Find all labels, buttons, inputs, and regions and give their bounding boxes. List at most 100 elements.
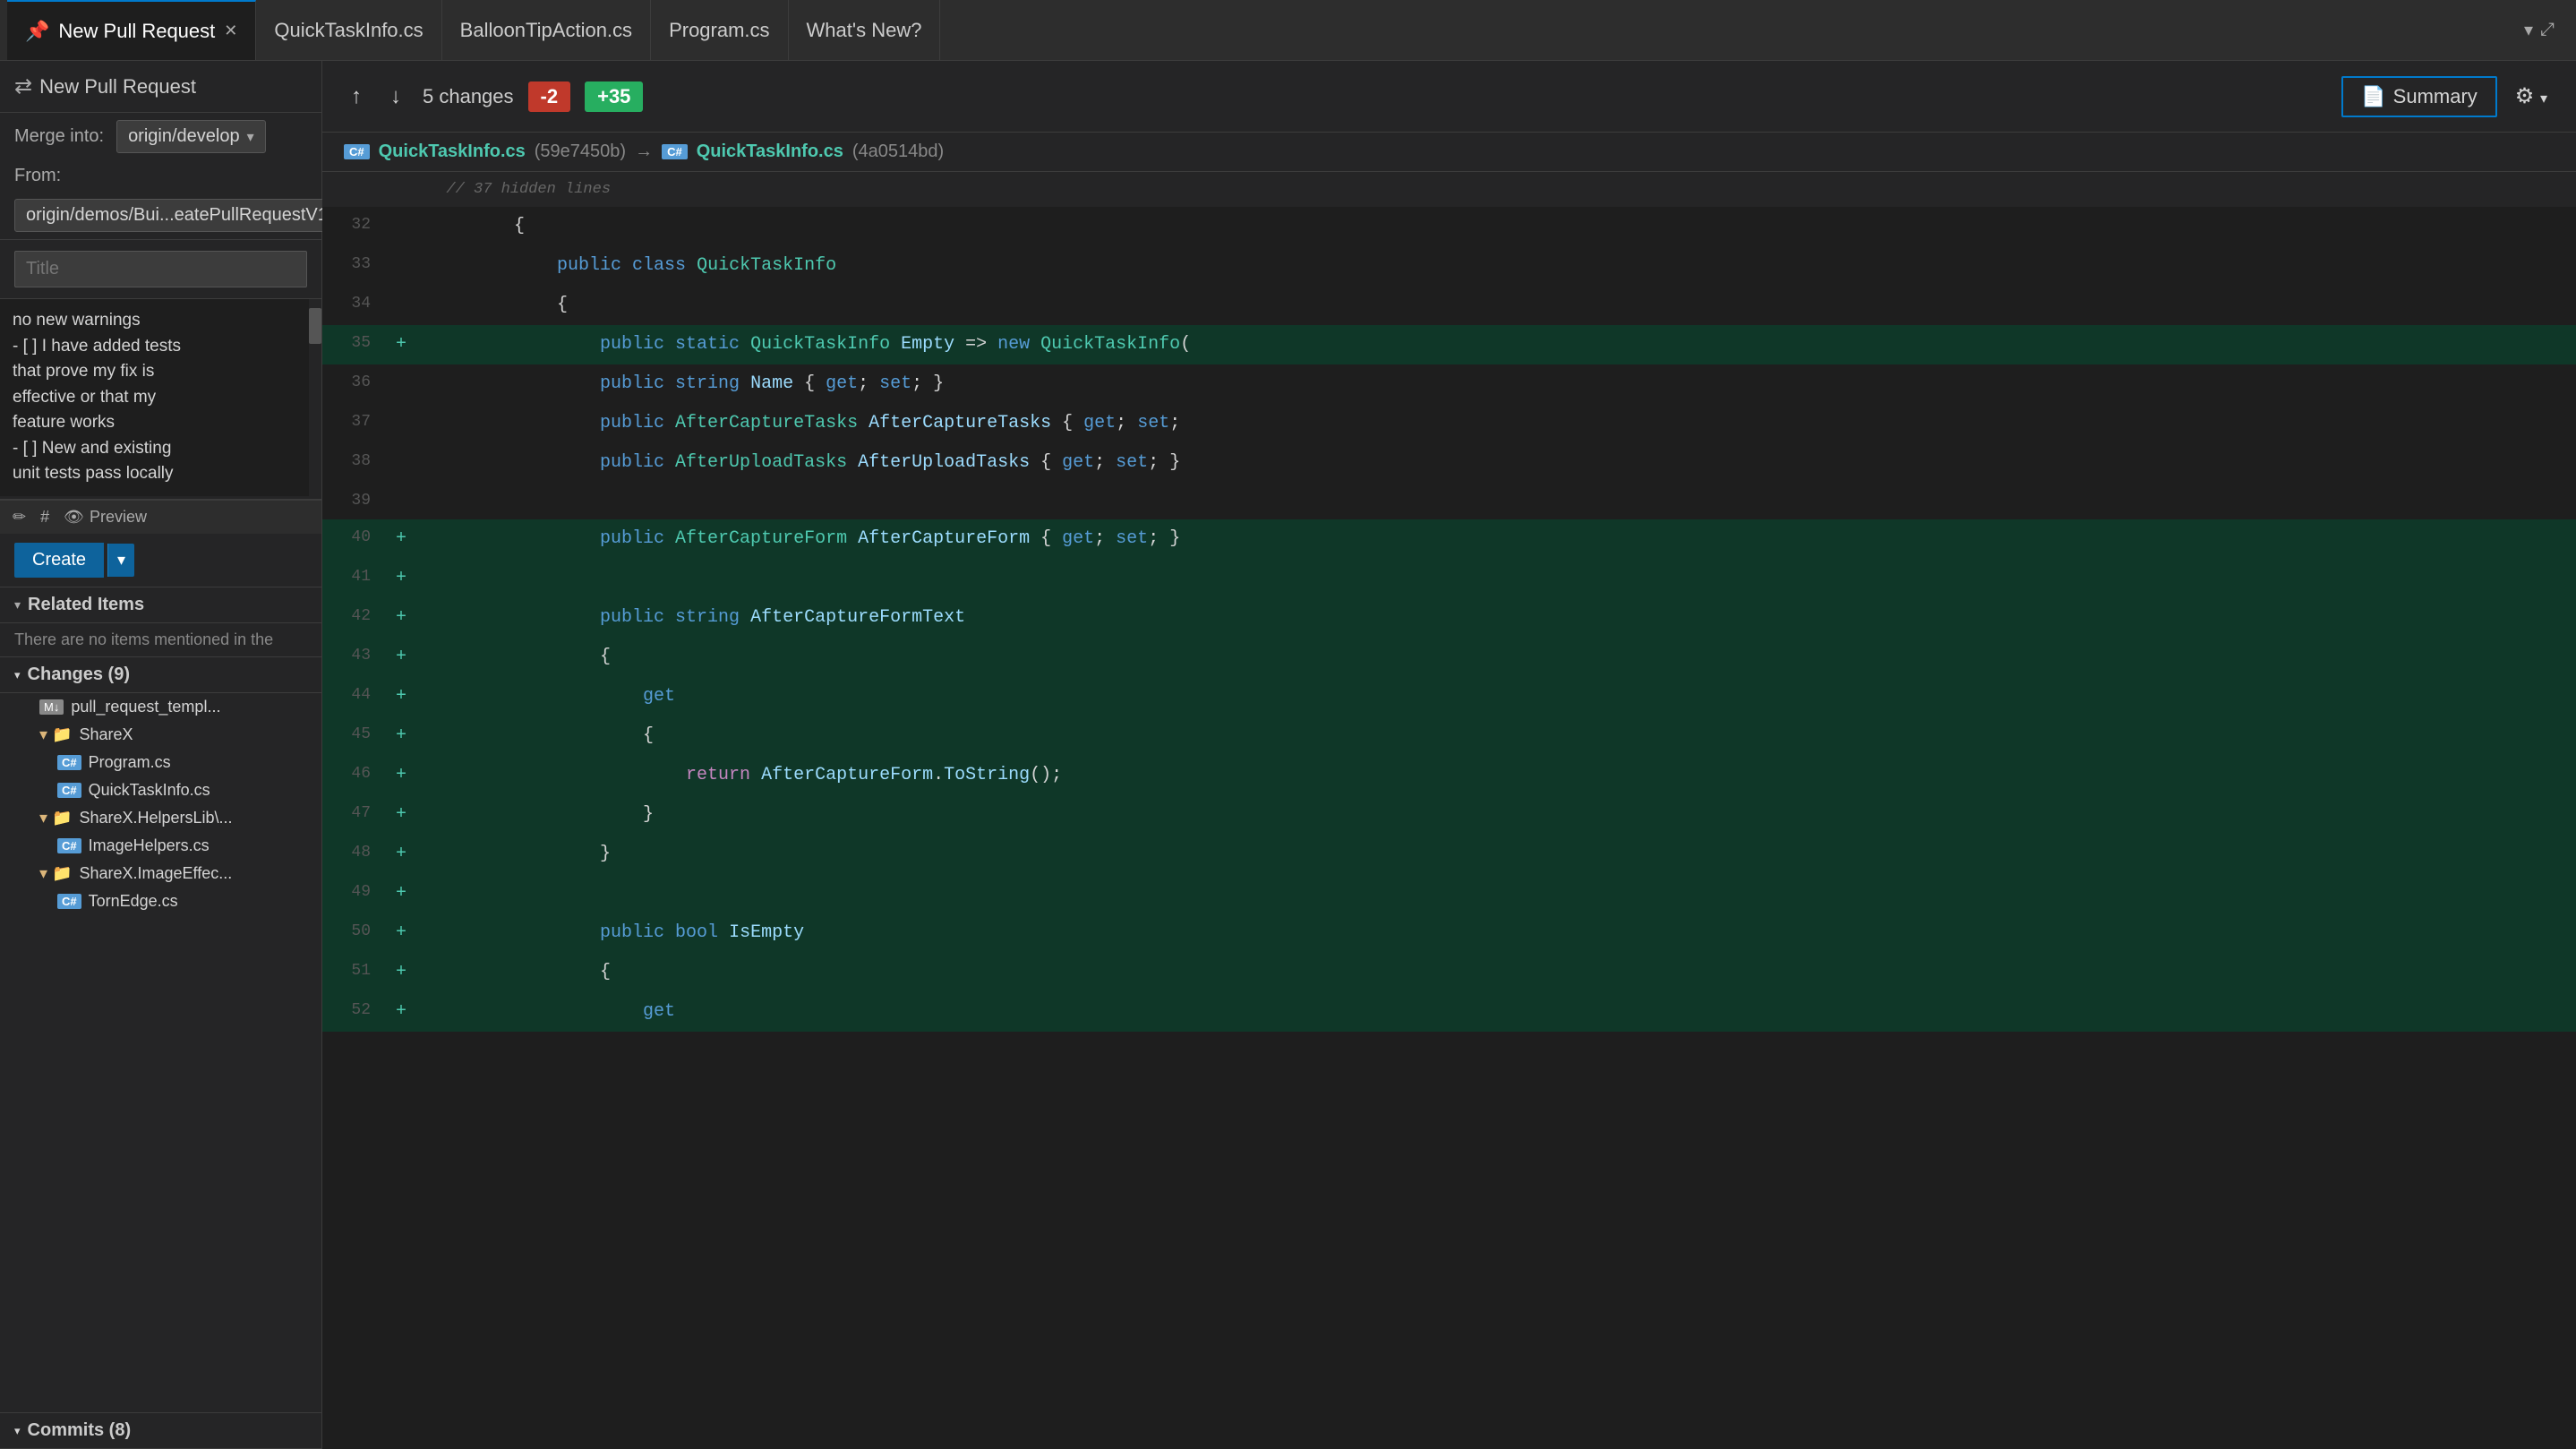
cs-badge: C# (57, 838, 81, 853)
changes-header[interactable]: ▾ Changes (9) (0, 657, 321, 693)
create-button[interactable]: Create (14, 543, 104, 578)
line-sign: + (385, 992, 417, 1032)
line-sign (385, 286, 417, 325)
line-num: 36 (322, 364, 385, 404)
changes-section: ▾ Changes (9) M↓ pull_request_templ... ▾… (0, 657, 321, 1412)
pr-title-area: ⇄ New Pull Request (14, 73, 196, 99)
description-scrollbar[interactable] (309, 299, 321, 499)
diff-nav-down-button[interactable]: ↓ (383, 81, 408, 113)
line-code: return AfterCaptureForm.ToString(); (417, 756, 2576, 795)
tab-new-pull-request[interactable]: 📌 New Pull Request ✕ (7, 0, 256, 60)
pr-header: ⇄ New Pull Request (0, 61, 321, 113)
list-item[interactable]: ▾ 📁 ShareX.ImageEffec... (0, 860, 321, 887)
from-branch-dropdown[interactable]: origin/demos/Bui...eatePullRequestV1 ▾ (14, 199, 354, 232)
list-item[interactable]: C# QuickTaskInfo.cs (0, 776, 321, 804)
folder-icon: ▾ 📁 (39, 725, 72, 744)
left-file-badge: C# (344, 144, 370, 159)
line-num: 49 (322, 874, 385, 913)
tab-program[interactable]: Program.cs (651, 0, 788, 60)
line-sign: + (385, 953, 417, 992)
line-num: 52 (322, 992, 385, 1032)
related-items-header[interactable]: ▾ Related Items (0, 587, 321, 623)
pr-icon: ⇄ (14, 73, 32, 99)
diff-line: 32 { (322, 207, 2576, 246)
list-item[interactable]: C# TornEdge.cs (0, 887, 321, 915)
tab-restore-icon[interactable]: ⤢ (2540, 20, 2555, 40)
diff-header: ↑ ↓ 5 changes -2 +35 📄 Summary ⚙ ▾ (322, 61, 2576, 133)
left-filename: QuickTaskInfo.cs (379, 141, 526, 162)
merge-branch-value: origin/develop (128, 126, 240, 147)
title-input[interactable] (14, 251, 307, 287)
filename-label: Program.cs (89, 753, 171, 772)
line-code: } (417, 835, 2576, 874)
line-sign (385, 364, 417, 404)
line-sign: + (385, 598, 417, 638)
description-textarea[interactable]: no new warnings - [ ] I have added tests… (0, 299, 321, 496)
settings-button[interactable]: ⚙ ▾ (2508, 80, 2555, 113)
diff-line: 37 public AfterCaptureTasks AfterCapture… (322, 404, 2576, 443)
line-num: 45 (322, 716, 385, 756)
related-items-title: Related Items (28, 595, 144, 615)
diff-line-added: 49 + (322, 874, 2576, 913)
line-code: get (417, 992, 2576, 1032)
settings-dropdown-icon: ▾ (2540, 91, 2547, 107)
diff-nav-up-button[interactable]: ↑ (344, 81, 369, 113)
gear-icon: ⚙ (2515, 84, 2535, 108)
folder-icon: ▾ 📁 (39, 864, 72, 883)
pr-title-label: New Pull Request (39, 75, 196, 99)
tab-balloontipaction[interactable]: BalloonTipAction.cs (442, 0, 651, 60)
hash-icon[interactable]: # (40, 508, 49, 527)
added-badge: +35 (585, 81, 643, 112)
list-item[interactable]: M↓ pull_request_templ... (0, 693, 321, 721)
line-code: public static QuickTaskInfo Empty => new… (417, 325, 2576, 364)
cs-badge: C# (57, 894, 81, 909)
line-code: } (417, 795, 2576, 835)
changes-chevron: ▾ (14, 668, 21, 682)
merge-branch-dropdown[interactable]: origin/develop ▾ (116, 120, 266, 153)
tab-quicktaskinfo[interactable]: QuickTaskInfo.cs (256, 0, 441, 60)
line-code: public class QuickTaskInfo (417, 246, 2576, 286)
related-items-chevron: ▾ (14, 597, 21, 613)
commits-header[interactable]: ▾ Commits (8) (0, 1412, 321, 1449)
line-num: 42 (322, 598, 385, 638)
list-item[interactable]: C# ImageHelpers.cs (0, 832, 321, 860)
description-scrollbar-thumb (309, 308, 321, 344)
close-icon[interactable]: ✕ (224, 21, 237, 40)
line-sign (385, 246, 417, 286)
diff-line-added: 42 + public string AfterCaptureFormText (322, 598, 2576, 638)
pin-icon: 📌 (25, 20, 49, 43)
line-num: 51 (322, 953, 385, 992)
line-sign: + (385, 756, 417, 795)
tab-whats-new[interactable]: What's New? (789, 0, 941, 60)
create-dropdown-button[interactable]: ▾ (107, 544, 134, 577)
desc-toolbar: ✏ # 👁 Preview (0, 500, 321, 534)
edit-icon[interactable]: ✏ (13, 508, 26, 527)
preview-button[interactable]: 👁 Preview (64, 508, 147, 527)
line-code (417, 559, 2576, 598)
line-sign: + (385, 913, 417, 953)
list-item[interactable]: ▾ 📁 ShareX (0, 721, 321, 749)
right-panel: ↑ ↓ 5 changes -2 +35 📄 Summary ⚙ ▾ C# Qu… (322, 61, 2576, 1449)
line-sign (385, 172, 417, 207)
line-num: 39 (322, 483, 385, 519)
diff-line-added: 51 + { (322, 953, 2576, 992)
create-section: Create ▾ (0, 534, 321, 587)
list-item[interactable]: C# Program.cs (0, 749, 321, 776)
summary-button[interactable]: 📄 Summary (2341, 76, 2497, 117)
diff-line-added: 52 + get (322, 992, 2576, 1032)
md-badge: M↓ (39, 699, 64, 715)
list-item[interactable]: ▾ 📁 ShareX.HelpersLib\... (0, 804, 321, 832)
diff-line-added: 48 + } (322, 835, 2576, 874)
tab-dropdown-icon[interactable]: ▾ (2524, 19, 2533, 41)
summary-label: Summary (2393, 85, 2478, 108)
changes-count-label: 5 changes (423, 85, 514, 108)
folder-label: ShareX.HelpersLib\... (79, 809, 232, 827)
left-commit-hash: (59e7450b) (535, 141, 626, 162)
diff-content[interactable]: // 37 hidden lines 32 { 33 public class … (322, 172, 2576, 1449)
filename-label: ImageHelpers.cs (89, 836, 210, 855)
line-code: public AfterCaptureForm AfterCaptureForm… (417, 519, 2576, 559)
commits-title: Commits (8) (28, 1420, 132, 1441)
tab-label: QuickTaskInfo.cs (274, 19, 423, 42)
line-code: public string AfterCaptureFormText (417, 598, 2576, 638)
line-code: { (417, 716, 2576, 756)
